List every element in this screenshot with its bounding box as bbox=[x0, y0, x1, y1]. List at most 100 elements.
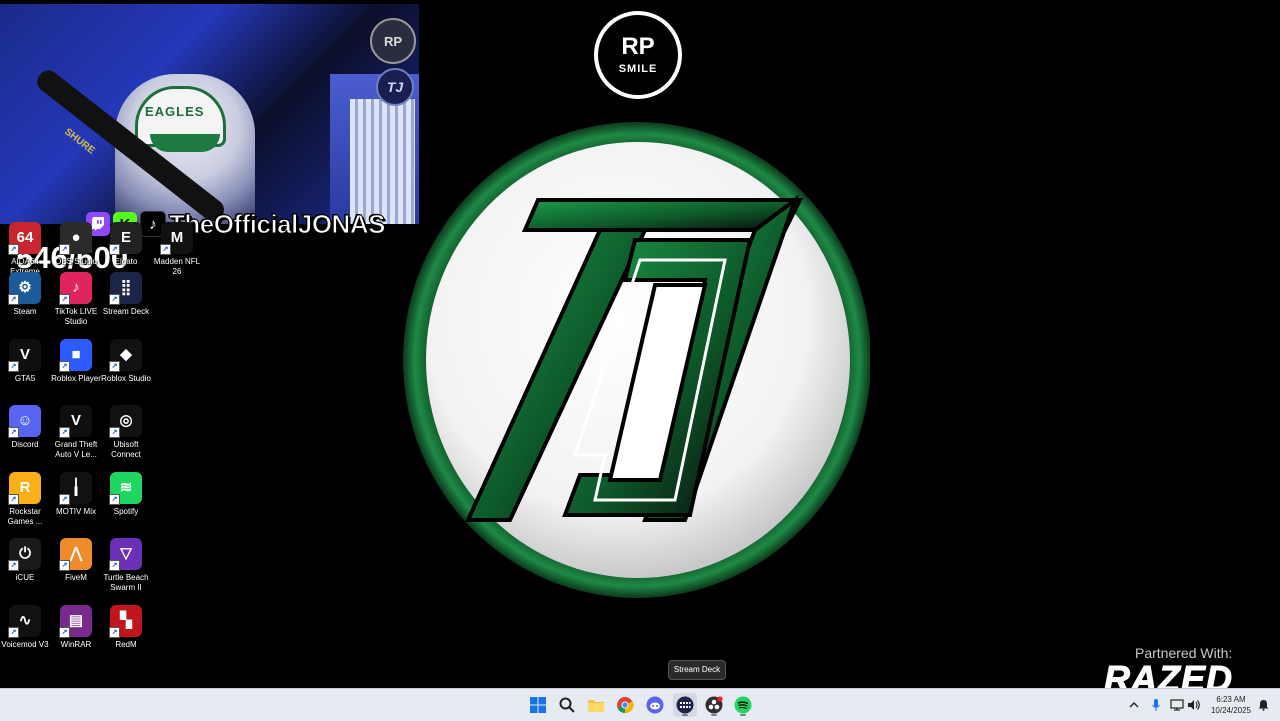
shortcut-arrow-icon: ↗ bbox=[109, 294, 120, 305]
desktop-icon-rockstar[interactable]: R ↗ Rockstar Games ... bbox=[0, 472, 50, 527]
discord-icon bbox=[646, 696, 664, 714]
gta-legacy-icon: V ↗ bbox=[59, 405, 92, 438]
taskbar-stream-deck[interactable] bbox=[673, 693, 697, 717]
tray-microphone[interactable] bbox=[1148, 689, 1164, 721]
desktop-icon-label: Ubisoft Connect bbox=[111, 440, 141, 459]
taskbar-file-explorer[interactable] bbox=[584, 693, 608, 717]
file-explorer-icon bbox=[588, 700, 604, 712]
taskbar-search-button[interactable] bbox=[555, 693, 579, 717]
desktop-icon-stream-deck[interactable]: ⣿ ↗ Stream Deck bbox=[101, 272, 151, 317]
desktop-icon-label: Discord bbox=[11, 440, 39, 449]
desktop-icon-label: Roblox Studio bbox=[101, 374, 151, 383]
obs-icon: ● ↗ bbox=[59, 222, 92, 255]
desktop-icon-label: Voicemod V3 bbox=[1, 640, 49, 649]
desktop-icon-aida64[interactable]: 64↗AIDA64 Extreme bbox=[0, 222, 50, 277]
microphone-icon bbox=[1152, 699, 1160, 711]
desktop-icon-fivem[interactable]: ⋀ ↗ FiveM bbox=[51, 538, 101, 583]
taskbar-discord[interactable] bbox=[643, 693, 667, 717]
desktop-icon-redm[interactable]: ▚ ↗ RedM bbox=[101, 605, 151, 650]
volume-icon bbox=[1188, 700, 1200, 710]
network-icon bbox=[1170, 699, 1184, 711]
taskbar-obs[interactable] bbox=[702, 693, 726, 717]
tiktok-live-icon: ♪ ↗ bbox=[59, 272, 92, 305]
desktop-icon-winrar[interactable]: ▤ ↗ WinRAR bbox=[51, 605, 101, 650]
desktop-icon-gta5[interactable]: V ↗ GTA5 bbox=[0, 339, 50, 384]
desktop-icon-label: Grand Theft Auto V Le... bbox=[54, 440, 98, 459]
voicemod-icon: ∿ ↗ bbox=[8, 605, 41, 638]
desktop-icon-roblox-studio[interactable]: ◆ ↗ Roblox Studio bbox=[101, 339, 151, 384]
desktop-icon-turtle-beach[interactable]: ▽ ↗ Turtle Beach Swarm II bbox=[101, 538, 151, 593]
gta5-icon: V ↗ bbox=[8, 339, 41, 372]
stream-deck-icon: ⣿ ↗ bbox=[109, 272, 142, 305]
running-indicator bbox=[682, 714, 688, 716]
tj-badge: TJ bbox=[376, 68, 414, 106]
running-indicator bbox=[740, 714, 746, 716]
tray-notifications[interactable] bbox=[1256, 689, 1270, 721]
desktop-icon-discord[interactable]: ☺ ↗ Discord bbox=[0, 405, 50, 450]
running-indicator bbox=[711, 714, 717, 716]
desktop-icon-label: Elgato bbox=[114, 257, 138, 266]
tj-wallpaper-logo bbox=[403, 122, 870, 598]
shortcut-arrow-icon: ↗ bbox=[8, 494, 19, 505]
tray-volume[interactable] bbox=[1186, 689, 1202, 721]
shortcut-arrow-icon: ↗ bbox=[160, 244, 171, 255]
desktop-icon-label: GTA5 bbox=[14, 374, 36, 383]
tray-network[interactable] bbox=[1169, 689, 1185, 721]
shortcut-arrow-icon: ↗ bbox=[59, 427, 70, 438]
rockstar-icon: R ↗ bbox=[8, 472, 41, 505]
spotify-icon: ≋ ↗ bbox=[109, 472, 142, 505]
madden-icon: M ↗ bbox=[160, 222, 193, 255]
taskbar-chrome[interactable] bbox=[613, 693, 637, 717]
start-button[interactable] bbox=[526, 693, 550, 717]
desktop-icon-label: Spotify bbox=[113, 507, 139, 516]
desktop-icon-steam[interactable]: ⚙ ↗ Steam bbox=[0, 272, 50, 317]
desktop-icon-tiktok-live[interactable]: ♪ ↗ TikTok LIVE Studio bbox=[51, 272, 101, 327]
aida64-icon: 64 ↗ bbox=[8, 222, 41, 255]
desktop-icon-elgato[interactable]: E ↗ Elgato bbox=[101, 222, 151, 267]
desktop-icon-roblox-player[interactable]: ■ ↗ Roblox Player bbox=[51, 339, 101, 384]
desktop-icon-label: TikTok LIVE Studio bbox=[54, 307, 98, 326]
desktop-icon-icue[interactable]: ⏻ ↗ iCUE bbox=[0, 538, 50, 583]
chevron-up-icon bbox=[1129, 702, 1139, 708]
stream-deck-tooltip: Stream Deck bbox=[668, 660, 726, 680]
tray-overflow-button[interactable] bbox=[1126, 689, 1142, 721]
windows-start-icon bbox=[530, 697, 546, 713]
icue-icon: ⏻ ↗ bbox=[8, 538, 41, 571]
desktop-icon-label: Rockstar Games ... bbox=[7, 507, 43, 526]
obs-icon bbox=[705, 696, 723, 714]
desktop-icon-spotify[interactable]: ≋ ↗ Spotify bbox=[101, 472, 151, 517]
shortcut-arrow-icon: ↗ bbox=[109, 244, 120, 255]
rp-smile-logo: RP SMILE bbox=[594, 11, 682, 99]
desktop-icon-voicemod[interactable]: ∿ ↗ Voicemod V3 bbox=[0, 605, 50, 650]
shortcut-arrow-icon: ↗ bbox=[59, 494, 70, 505]
rp-logo-text: RP bbox=[621, 33, 655, 60]
shortcut-arrow-icon: ↗ bbox=[109, 361, 120, 372]
rp-smile-badge: RP bbox=[370, 18, 416, 64]
ubisoft-icon: ◎ ↗ bbox=[109, 405, 142, 438]
shortcut-arrow-icon: ↗ bbox=[59, 560, 70, 571]
desktop-icon-motiv-mix[interactable]: ╽ ↗ MOTIV Mix bbox=[51, 472, 101, 517]
desktop-icon-ubisoft[interactable]: ◎ ↗ Ubisoft Connect bbox=[101, 405, 151, 460]
shortcut-arrow-icon: ↗ bbox=[109, 560, 120, 571]
turtle-beach-icon: ▽ ↗ bbox=[109, 538, 142, 571]
fivem-icon: ⋀ ↗ bbox=[59, 538, 92, 571]
desktop-icon-label: Madden NFL 26 bbox=[153, 257, 201, 276]
shortcut-arrow-icon: ↗ bbox=[109, 494, 120, 505]
notification-bell-icon bbox=[1258, 700, 1268, 711]
taskbar-spotify[interactable] bbox=[731, 693, 755, 717]
desktop-icon-obs[interactable]: ● ↗ OBS Studio bbox=[51, 222, 101, 267]
shortcut-arrow-icon: ↗ bbox=[8, 294, 19, 305]
webcam-hat-brim bbox=[150, 134, 220, 152]
desktop-icon-label: iCUE bbox=[15, 573, 35, 582]
taskbar-clock[interactable]: 6:23 AM 10/24/2025 bbox=[1205, 694, 1257, 716]
redm-icon: ▚ ↗ bbox=[109, 605, 142, 638]
shortcut-arrow-icon: ↗ bbox=[8, 560, 19, 571]
desktop-icon-madden[interactable]: M ↗ Madden NFL 26 bbox=[152, 222, 202, 277]
desktop-icon-gta-legacy[interactable]: V ↗ Grand Theft Auto V Le... bbox=[51, 405, 101, 460]
desktop-icon-label: Roblox Player bbox=[51, 374, 101, 383]
desktop-icon-label: OBS Studio bbox=[55, 257, 97, 266]
taskbar: 6:23 AM 10/24/2025 bbox=[0, 688, 1280, 721]
hat-text: EAGLES bbox=[145, 104, 205, 119]
desktop-icon-label: Steam bbox=[13, 307, 37, 316]
shortcut-arrow-icon: ↗ bbox=[8, 361, 19, 372]
